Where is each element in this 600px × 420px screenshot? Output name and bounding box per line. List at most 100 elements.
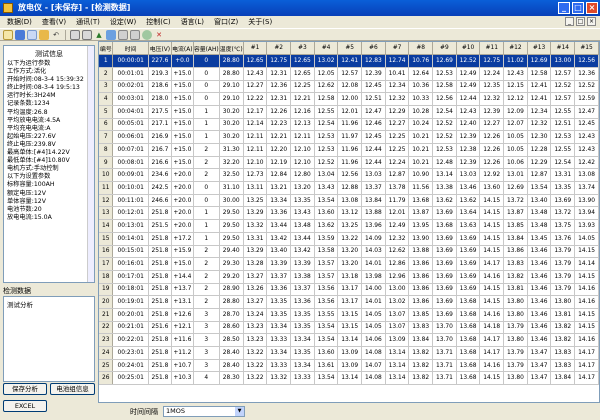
- table-cell[interactable]: 00:05:01: [112, 118, 149, 132]
- column-header[interactable]: 电压(V): [148, 42, 172, 56]
- table-cell[interactable]: 12.16: [290, 105, 315, 119]
- table-cell[interactable]: 251.8: [148, 206, 172, 221]
- table-row[interactable]: 1 00:00:01 227.6 +0.0 0 28.80 12.65 12.75 12.65 1…: [99, 54, 599, 68]
- table-cell[interactable]: 13.87: [408, 206, 434, 221]
- table-cell[interactable]: 12.25: [385, 143, 410, 157]
- table-cell[interactable]: 12.26: [266, 105, 292, 119]
- table-cell[interactable]: 12.53: [432, 143, 457, 157]
- table-cell[interactable]: 13.85: [408, 308, 434, 322]
- column-header[interactable]: #1: [243, 42, 268, 56]
- table-cell[interactable]: 12.41: [527, 80, 552, 94]
- table-cell[interactable]: 14.16: [479, 359, 505, 373]
- table-cell[interactable]: 13.70: [432, 321, 457, 335]
- table-cell[interactable]: 12.01: [337, 105, 363, 119]
- column-header[interactable]: #6: [361, 42, 386, 56]
- table-cell[interactable]: 13.76: [550, 232, 576, 246]
- table-cell[interactable]: 251.8: [148, 232, 172, 246]
- table-cell[interactable]: 00:20:01: [112, 308, 149, 322]
- table-row[interactable]: 6 00:05:01 217.1 +15.0 1 30.20 12.14 12.23 12.13…: [99, 118, 599, 132]
- table-cell[interactable]: 12.14: [243, 118, 268, 132]
- table-cell[interactable]: 219.3: [148, 67, 172, 81]
- table-cell[interactable]: 13.46: [527, 283, 552, 297]
- table-cell[interactable]: 12.64: [408, 67, 434, 81]
- table-cell[interactable]: 12.43: [574, 143, 599, 157]
- table-cell[interactable]: 13.34: [266, 321, 292, 335]
- table-cell[interactable]: 13.35: [290, 194, 315, 208]
- table-cell[interactable]: 13.79: [550, 245, 576, 259]
- table-cell[interactable]: 32.50: [219, 168, 244, 183]
- table-cell[interactable]: 00:13:01: [112, 219, 149, 233]
- interval-select[interactable]: 1MOS ▼: [163, 406, 245, 417]
- table-cell[interactable]: 30.20: [219, 118, 244, 132]
- table-cell[interactable]: 13.14: [432, 168, 457, 183]
- new-icon[interactable]: [27, 29, 37, 40]
- settings-icon[interactable]: [142, 29, 152, 40]
- table-cell[interactable]: 13.34: [266, 194, 292, 208]
- table-cell[interactable]: 13.69: [432, 295, 457, 309]
- table-cell[interactable]: 28.80: [219, 67, 244, 81]
- column-header[interactable]: #9: [432, 42, 457, 56]
- table-cell[interactable]: 13.58: [314, 245, 339, 259]
- table-cell[interactable]: 13.68: [456, 359, 481, 373]
- table-cell[interactable]: 00:06:01: [112, 130, 149, 144]
- table-cell[interactable]: 13.03: [361, 168, 386, 183]
- table-cell[interactable]: 13.84: [408, 333, 434, 347]
- table-cell[interactable]: 217.1: [148, 118, 172, 132]
- table-cell[interactable]: 00:04:01: [112, 105, 149, 119]
- table-cell[interactable]: 00:15:01: [112, 245, 149, 259]
- table-cell[interactable]: 12.53: [314, 130, 339, 144]
- table-cell[interactable]: 12.62: [314, 80, 339, 94]
- table-cell[interactable]: 13.86: [503, 245, 528, 259]
- table-cell[interactable]: 12.84: [266, 168, 292, 183]
- table-cell[interactable]: 13.14: [385, 371, 410, 386]
- table-cell[interactable]: 12.54: [314, 118, 339, 132]
- table-cell[interactable]: 14.01: [361, 295, 386, 309]
- table-cell[interactable]: 12.34: [385, 80, 410, 94]
- table-cell[interactable]: +12.6: [171, 308, 194, 322]
- table-cell[interactable]: +20.0: [171, 181, 194, 195]
- table-cell[interactable]: 2: [193, 156, 220, 170]
- chevron-down-icon[interactable]: ▼: [235, 407, 244, 416]
- table-cell[interactable]: 12.27: [479, 118, 505, 132]
- table-cell[interactable]: 13.00: [385, 283, 410, 297]
- table-cell[interactable]: 12.58: [527, 67, 552, 81]
- table-cell[interactable]: 14.15: [479, 245, 505, 259]
- table-row[interactable]: 2 00:01:01 219.3 +15.0 0 28.80 12.43 12.31 12.65…: [99, 67, 599, 81]
- table-cell[interactable]: 13.69: [456, 245, 481, 259]
- table-cell[interactable]: 13.23: [243, 333, 268, 347]
- table-cell[interactable]: 13.69: [456, 232, 481, 246]
- row-number[interactable]: 8: [99, 143, 114, 157]
- table-cell[interactable]: 12.53: [432, 67, 457, 81]
- table-cell[interactable]: 11.79: [385, 194, 410, 208]
- menu-language[interactable]: 语言(L): [176, 16, 209, 28]
- table-cell[interactable]: 00:00:01: [112, 54, 149, 68]
- table-cell[interactable]: 12.55: [550, 105, 576, 119]
- row-number[interactable]: 15: [99, 232, 114, 246]
- folder-icon[interactable]: [39, 29, 49, 40]
- list-icon[interactable]: [130, 29, 140, 40]
- table-cell[interactable]: 14.15: [574, 308, 599, 322]
- table-cell[interactable]: 13.36: [290, 295, 315, 309]
- table-cell[interactable]: 12.31: [266, 67, 292, 81]
- table-cell[interactable]: 1: [193, 232, 220, 246]
- table-cell[interactable]: 13.96: [361, 219, 386, 233]
- table-cell[interactable]: 13.02: [314, 54, 339, 68]
- column-header[interactable]: #12: [503, 42, 528, 56]
- chart-icon[interactable]: ▲: [94, 30, 104, 40]
- table-cell[interactable]: 12.62: [385, 245, 410, 259]
- print-icon[interactable]: [106, 29, 116, 40]
- table-cell[interactable]: 13.54: [314, 371, 339, 386]
- table-cell[interactable]: 13.37: [266, 270, 292, 284]
- table-row[interactable]: 8 00:07:01 216.7 +15.0 2 31.30 12.11 12.20 12.10…: [99, 143, 599, 157]
- table-cell[interactable]: 1: [193, 219, 220, 233]
- table-row[interactable]: 14 00:13:01 251.5 +20.0 1 29.50 13.32 13.44 13.4…: [99, 219, 599, 233]
- table-cell[interactable]: 218.6: [148, 80, 172, 94]
- table-cell[interactable]: 12.26: [479, 143, 505, 157]
- table-cell[interactable]: 00:08:01: [112, 156, 149, 170]
- table-cell[interactable]: 13.69: [456, 283, 481, 297]
- table-cell[interactable]: 12.45: [361, 80, 386, 94]
- table-cell[interactable]: 12.35: [479, 80, 505, 94]
- table-row[interactable]: 19 00:18:01 251.8 +13.7 2 28.90 13.26 13.36 13.3…: [99, 283, 599, 297]
- table-cell[interactable]: 12.65: [290, 54, 315, 68]
- table-cell[interactable]: 12.10: [243, 156, 268, 170]
